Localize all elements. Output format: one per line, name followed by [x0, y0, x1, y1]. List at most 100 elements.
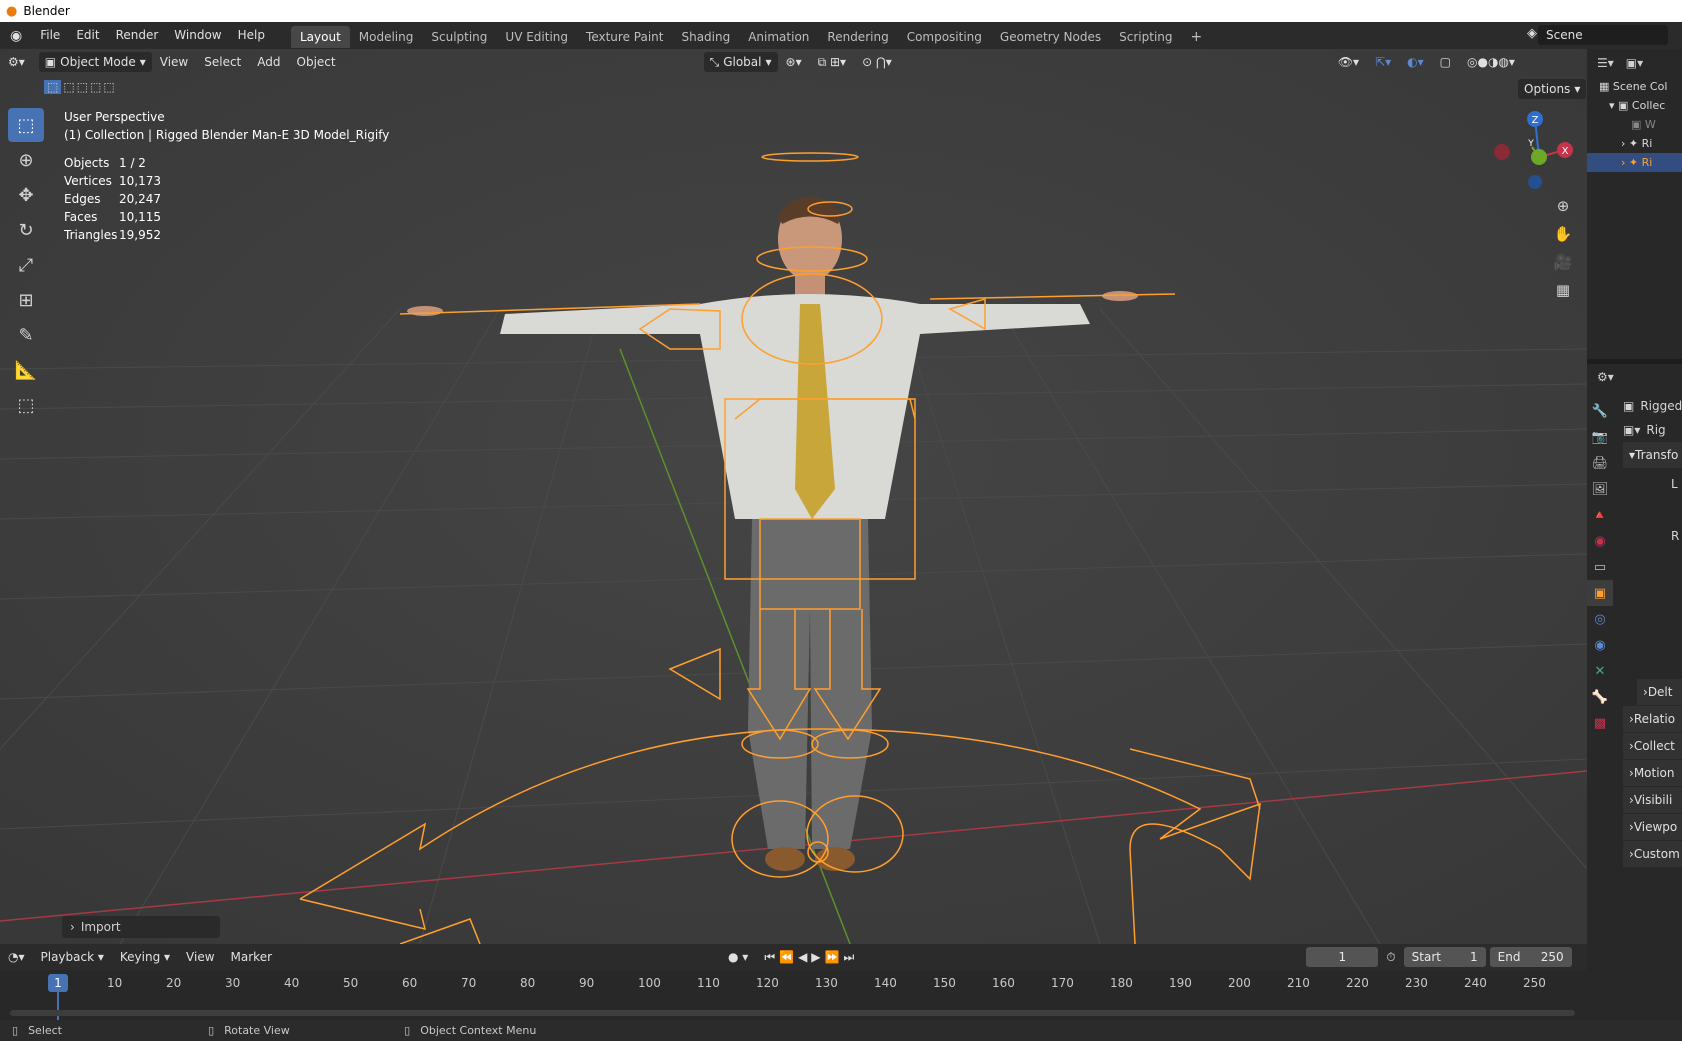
- scene-selector-icon[interactable]: ◈: [1527, 26, 1537, 41]
- panel-motion[interactable]: › Motion: [1623, 760, 1682, 786]
- timeline-editor-icon[interactable]: ◔▾: [0, 944, 33, 970]
- timeline-ruler[interactable]: 10 20 30 40 50 60 70 80 90 100 110 120 130 140 150 160 1…: [0, 970, 1587, 1020]
- end-frame-field[interactable]: End 250: [1489, 947, 1572, 967]
- stopwatch-icon[interactable]: ⏱: [1378, 944, 1403, 970]
- blender-menu-icon[interactable]: ◉: [0, 28, 32, 44]
- select-intersect-icon[interactable]: ⬚: [103, 80, 114, 94]
- scene-tab-icon[interactable]: 🔺: [1587, 502, 1613, 528]
- select-invert-icon[interactable]: ⬚: [90, 80, 101, 94]
- editor-type-icon[interactable]: ⚙▾: [0, 49, 33, 75]
- timeline-menu-view[interactable]: View: [178, 944, 222, 970]
- pivot-icon[interactable]: ⊛▾: [778, 49, 810, 75]
- constraint-tab-icon[interactable]: ✕: [1587, 658, 1613, 684]
- timeline-menu-keying[interactable]: Keying ▾: [112, 944, 178, 970]
- outliner-item-selected[interactable]: › ✦ Ri: [1587, 153, 1682, 172]
- current-frame-field[interactable]: 1: [1306, 947, 1379, 967]
- menu-help[interactable]: Help: [230, 22, 273, 49]
- timeline-scrollbar[interactable]: [10, 1010, 1575, 1016]
- properties-editor-icon[interactable]: ⚙▾: [1597, 370, 1614, 384]
- transform-icon[interactable]: ⊞: [8, 283, 44, 317]
- select-extend-icon[interactable]: ⬚: [63, 80, 74, 94]
- collection-tab-icon[interactable]: ▭: [1587, 554, 1613, 580]
- panel-relations[interactable]: › Relatio: [1623, 706, 1682, 732]
- object-name-row[interactable]: ▣ Rigged: [1623, 394, 1682, 418]
- texture-tab-icon[interactable]: ▩: [1587, 710, 1613, 736]
- playhead[interactable]: 1: [48, 974, 68, 992]
- selection-mode-buttons[interactable]: ⬚ ⬚ ⬚ ⬚ ⬚: [44, 80, 115, 94]
- view-layer-tab-icon[interactable]: 🖼: [1587, 476, 1613, 502]
- snap-icon[interactable]: ⧉ ⊞▾: [810, 49, 854, 75]
- zoom-icon[interactable]: ⊕: [1549, 192, 1577, 220]
- physics-tab-icon[interactable]: ◉: [1587, 632, 1613, 658]
- proportional-edit-icon[interactable]: ⊙ ⋂▾: [854, 49, 900, 75]
- rotate-icon[interactable]: ↻: [8, 213, 44, 247]
- panel-delta[interactable]: › Delt: [1637, 679, 1682, 705]
- tab-modeling[interactable]: Modeling: [350, 26, 423, 48]
- world-tab-icon[interactable]: ◉: [1587, 528, 1613, 554]
- navigation-gizmo[interactable]: Z X Y: [1487, 105, 1577, 195]
- outliner-editor-icon[interactable]: ☰▾: [1597, 56, 1614, 70]
- viewport-menu-select[interactable]: Select: [196, 49, 249, 75]
- viewport-menu-object[interactable]: Object: [289, 49, 344, 75]
- select-subtract-icon[interactable]: ⬚: [77, 80, 88, 94]
- scale-icon[interactable]: ⤢: [8, 248, 44, 282]
- tab-scripting[interactable]: Scripting: [1110, 26, 1181, 48]
- perspective-grid-icon[interactable]: ▦: [1549, 276, 1577, 304]
- menu-render[interactable]: Render: [108, 22, 167, 49]
- camera-icon[interactable]: 🎥: [1549, 248, 1577, 276]
- import-redo-panel[interactable]: › Import: [62, 916, 220, 938]
- gizmo-toggle-icon[interactable]: ⇱▾: [1367, 49, 1399, 75]
- add-workspace-icon[interactable]: +: [1182, 26, 1212, 48]
- tab-shading[interactable]: Shading: [672, 26, 739, 48]
- orientation-dropdown[interactable]: ⤡ Global ▾: [703, 52, 778, 72]
- panel-visibility[interactable]: › Visibili: [1623, 787, 1682, 813]
- overlay-toggle-icon[interactable]: ◐▾: [1399, 49, 1432, 75]
- tool-tab-icon[interactable]: 🔧: [1587, 398, 1613, 424]
- bone-tab-icon[interactable]: 🦴: [1587, 684, 1613, 710]
- tab-rendering[interactable]: Rendering: [818, 26, 897, 48]
- playback-controls[interactable]: ⏮⏪◀▶⏩⏭: [756, 944, 866, 970]
- timeline-menu-playback[interactable]: Playback ▾: [33, 944, 112, 970]
- visibility-icon[interactable]: 👁▾: [1330, 49, 1367, 75]
- panel-transform[interactable]: ▾ Transfo: [1623, 442, 1682, 468]
- menu-edit[interactable]: Edit: [68, 22, 107, 49]
- tab-sculpting[interactable]: Sculpting: [422, 26, 496, 48]
- outliner-item[interactable]: ▣ W: [1599, 115, 1682, 134]
- panel-custom-properties[interactable]: › Custom: [1623, 841, 1682, 867]
- move-icon[interactable]: ✥: [8, 178, 44, 212]
- menu-window[interactable]: Window: [166, 22, 229, 49]
- timeline-menu-marker[interactable]: Marker: [223, 944, 280, 970]
- viewport-menu-add[interactable]: Add: [249, 49, 288, 75]
- xray-icon[interactable]: ▢: [1432, 49, 1459, 75]
- record-icon[interactable]: ● ▾: [720, 944, 756, 970]
- display-mode-icon[interactable]: ▣▾: [1626, 56, 1643, 70]
- outliner-item[interactable]: › ✦ Ri: [1599, 134, 1682, 153]
- object-tab-icon[interactable]: ▣: [1587, 580, 1613, 606]
- pan-hand-icon[interactable]: ✋: [1549, 220, 1577, 248]
- outliner-scene-collection[interactable]: ▦ Scene Col: [1599, 77, 1682, 96]
- cursor-icon[interactable]: ⊕: [8, 143, 44, 177]
- shading-modes-icon[interactable]: ◎●◑◍▾: [1459, 49, 1523, 75]
- scene-selector[interactable]: Scene: [1538, 25, 1668, 45]
- tab-geometry-nodes[interactable]: Geometry Nodes: [991, 26, 1110, 48]
- measure-icon[interactable]: 📐: [8, 353, 44, 387]
- options-dropdown[interactable]: Options ▾: [1518, 79, 1587, 99]
- tab-compositing[interactable]: Compositing: [898, 26, 991, 48]
- render-tab-icon[interactable]: 📷: [1587, 424, 1613, 450]
- panel-collections[interactable]: › Collect: [1623, 733, 1682, 759]
- add-cube-icon[interactable]: ⬚: [8, 388, 44, 422]
- viewport-menu-view[interactable]: View: [152, 49, 196, 75]
- modifier-tab-icon[interactable]: ◎: [1587, 606, 1613, 632]
- select-new-icon[interactable]: ⬚: [44, 80, 62, 94]
- mode-dropdown[interactable]: ▣ Object Mode ▾: [38, 52, 152, 72]
- start-frame-field[interactable]: Start 1: [1403, 947, 1486, 967]
- menu-file[interactable]: File: [32, 22, 68, 49]
- select-box-icon[interactable]: ⬚: [8, 108, 44, 142]
- panel-viewport-display[interactable]: › Viewpo: [1623, 814, 1682, 840]
- annotate-icon[interactable]: ✎: [8, 318, 44, 352]
- data-name-row[interactable]: ▣▾ Rig: [1623, 418, 1682, 442]
- tab-layout[interactable]: Layout: [290, 26, 350, 48]
- tab-uv-editing[interactable]: UV Editing: [496, 26, 577, 48]
- tab-animation[interactable]: Animation: [739, 26, 818, 48]
- tab-texture-paint[interactable]: Texture Paint: [577, 26, 672, 48]
